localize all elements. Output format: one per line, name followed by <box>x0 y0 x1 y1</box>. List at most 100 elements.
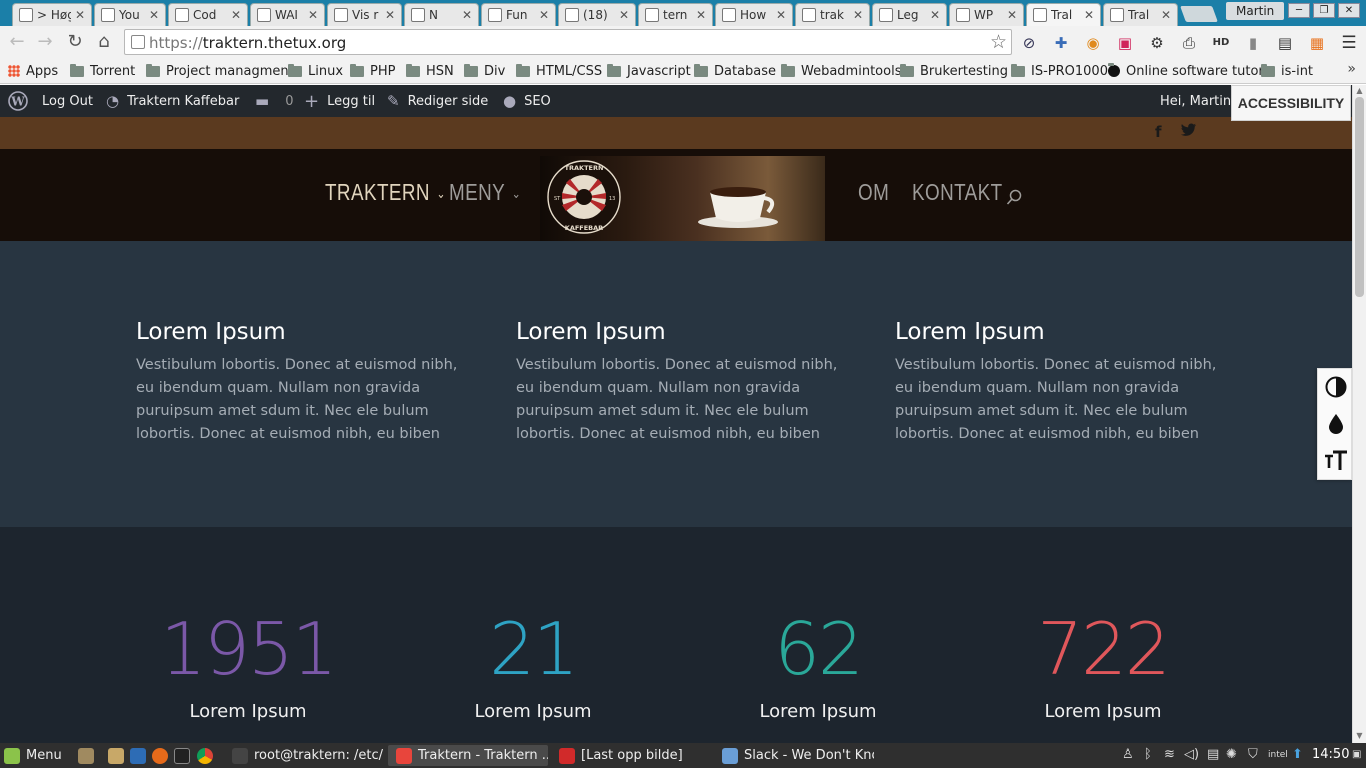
user-tray-icon[interactable]: ♙ <box>1122 747 1134 762</box>
bookmark-item[interactable]: Database <box>694 62 776 80</box>
close-tab-icon[interactable]: ✕ <box>149 8 159 22</box>
site-logo[interactable]: TRAKTERN KAFFEBAR ST 13 <box>540 156 825 241</box>
browser-tab[interactable]: > Høg ✕ <box>12 3 92 26</box>
hd-extension-icon[interactable]: HD <box>1211 33 1231 53</box>
reload-icon[interactable]: ↻ <box>64 31 86 53</box>
bookmark-item[interactable]: PHP <box>350 62 395 80</box>
printer-extension-icon[interactable]: ⎙ <box>1179 33 1199 53</box>
taskbar-window-button[interactable]: Traktern - Traktern ... <box>388 745 548 766</box>
comments-link[interactable]: ▬ 0 <box>255 85 293 117</box>
browser-tab[interactable]: Leg ✕ <box>872 3 947 26</box>
site-name-link[interactable]: ◔ Traktern Kaffebar <box>106 85 239 117</box>
clipboard-tray-icon[interactable]: ▤ <box>1207 747 1219 762</box>
bookmark-item[interactable]: Online software tutor <box>1108 62 1264 80</box>
block-extension-icon[interactable]: ⊘ <box>1019 33 1039 53</box>
browser-tab[interactable]: Fun ✕ <box>481 3 556 26</box>
chrome-launcher-icon[interactable] <box>197 743 219 768</box>
close-tab-icon[interactable]: ✕ <box>231 8 241 22</box>
close-tab-icon[interactable]: ✕ <box>696 8 706 22</box>
close-tab-icon[interactable]: ✕ <box>308 8 318 22</box>
browser-tab[interactable]: Cod ✕ <box>168 3 248 26</box>
bookmarks-overflow-icon[interactable]: » <box>1347 61 1356 77</box>
bookmark-item[interactable]: Brukertesting <box>900 62 1008 80</box>
close-tab-icon[interactable]: ✕ <box>1007 8 1017 22</box>
puzzle-extension-icon[interactable]: ✚ <box>1051 33 1071 53</box>
bookmark-item[interactable]: Project managment <box>146 62 294 80</box>
nav-item-meny[interactable]: MENY ⌄ <box>449 179 521 206</box>
pocket-extension-icon[interactable]: ▣ <box>1115 33 1135 53</box>
restore-window-button[interactable]: ❐ <box>1313 3 1335 18</box>
intel-tray-icon[interactable]: intel <box>1268 750 1288 760</box>
bookmark-extension-icon[interactable]: ▮ <box>1243 33 1263 53</box>
taskbar-window-button[interactable]: Slack - We Don't Kno... <box>714 745 874 766</box>
shield-tray-icon[interactable]: ⛉ <box>1248 747 1258 762</box>
home-folder-launcher-icon[interactable] <box>108 743 130 768</box>
home-icon[interactable]: ⌂ <box>93 31 115 53</box>
browser-tab[interactable]: WAI ✕ <box>250 3 325 26</box>
bookmark-item[interactable]: Webadmintools <box>781 62 901 80</box>
contrast-icon[interactable] <box>1318 369 1353 406</box>
thunderbird-launcher-icon[interactable] <box>130 743 152 768</box>
browser-tab[interactable]: Tral ✕ <box>1026 3 1101 26</box>
grayscale-drop-icon[interactable] <box>1318 406 1353 443</box>
files-launcher-icon[interactable] <box>78 743 100 768</box>
user-greeting[interactable]: Hei, Martin <box>1160 85 1231 117</box>
browser-tab[interactable]: N ✕ <box>404 3 479 26</box>
close-tab-icon[interactable]: ✕ <box>853 8 863 22</box>
new-tab-button[interactable] <box>1180 6 1218 22</box>
close-tab-icon[interactable]: ✕ <box>930 8 940 22</box>
close-tab-icon[interactable]: ✕ <box>539 8 549 22</box>
scroll-down-icon[interactable]: ▼ <box>1355 731 1364 740</box>
address-bar[interactable]: https://traktern.thetux.org ☆ <box>124 29 1012 55</box>
bookmark-star-icon[interactable]: ☆ <box>990 31 1007 53</box>
bookmark-item[interactable]: is-int <box>1261 62 1313 80</box>
page-scrollbar[interactable]: ▲ ▼ <box>1352 85 1366 743</box>
browser-tab[interactable]: Vis r ✕ <box>327 3 402 26</box>
text-size-icon[interactable] <box>1318 443 1353 480</box>
scrollbar-thumb[interactable] <box>1355 97 1364 297</box>
firefox-launcher-icon[interactable] <box>152 743 174 768</box>
forward-arrow-icon[interactable]: → <box>34 31 56 53</box>
edit-page-link[interactable]: ✎ Rediger side <box>387 85 488 117</box>
scroll-up-icon[interactable]: ▲ <box>1355 86 1364 95</box>
accessibility-button[interactable]: ACCESSIBILITY <box>1231 85 1351 121</box>
terminal-launcher-icon[interactable] <box>174 743 196 768</box>
volume-tray-icon[interactable]: ◁) <box>1184 747 1199 762</box>
start-menu-button[interactable]: Menu <box>4 743 62 768</box>
add-new-link[interactable]: + Legg til <box>304 85 375 117</box>
taskbar-window-button[interactable]: [Last opp bilde] <box>551 745 711 766</box>
bookmark-item[interactable]: Javascript <box>607 62 691 80</box>
chrome-extension-icon[interactable]: ◉ <box>1083 33 1103 53</box>
bookmark-item[interactable]: Div <box>464 62 505 80</box>
minimize-window-button[interactable]: ─ <box>1288 3 1310 18</box>
wifi-tray-icon[interactable]: ≋ <box>1164 747 1175 762</box>
browser-tab[interactable]: You ✕ <box>94 3 166 26</box>
bookmark-item[interactable]: IS-PRO1000 <box>1011 62 1108 80</box>
logout-link[interactable]: Log Out <box>42 85 93 117</box>
settings-tray-icon[interactable]: ✺ <box>1226 747 1237 762</box>
nav-item-om[interactable]: OM <box>858 179 889 206</box>
bookmark-item[interactable]: Linux <box>288 62 343 80</box>
nav-item-kontakt[interactable]: KONTAKT <box>912 179 1003 206</box>
close-window-button[interactable]: ✕ <box>1338 3 1360 18</box>
close-tab-icon[interactable]: ✕ <box>385 8 395 22</box>
browser-tab[interactable]: How ✕ <box>715 3 793 26</box>
show-desktop-icon[interactable]: ▣ <box>1352 749 1361 760</box>
page-info-icon[interactable] <box>131 35 145 49</box>
bookmark-item[interactable]: HSN <box>406 62 454 80</box>
bookmark-item[interactable]: Torrent <box>70 62 135 80</box>
rss-icon[interactable]: ▦ <box>1307 33 1327 53</box>
update-tray-icon[interactable]: ⬆ <box>1292 747 1303 762</box>
close-tab-icon[interactable]: ✕ <box>75 8 85 22</box>
browser-tab[interactable]: trak ✕ <box>795 3 870 26</box>
seo-link[interactable]: ● SEO <box>503 85 551 117</box>
bookmark-item[interactable]: Apps <box>8 62 58 80</box>
close-tab-icon[interactable]: ✕ <box>1084 8 1094 22</box>
bluetooth-tray-icon[interactable]: ᛒ <box>1144 747 1152 762</box>
browser-tab[interactable]: tern ✕ <box>638 3 713 26</box>
search-icon[interactable] <box>1006 189 1022 205</box>
browser-tab[interactable]: Tral ✕ <box>1103 3 1178 26</box>
profile-button[interactable]: Martin <box>1226 2 1285 20</box>
browser-tab[interactable]: (18) ✕ <box>558 3 636 26</box>
chrome-menu-icon[interactable]: ☰ <box>1339 33 1359 53</box>
